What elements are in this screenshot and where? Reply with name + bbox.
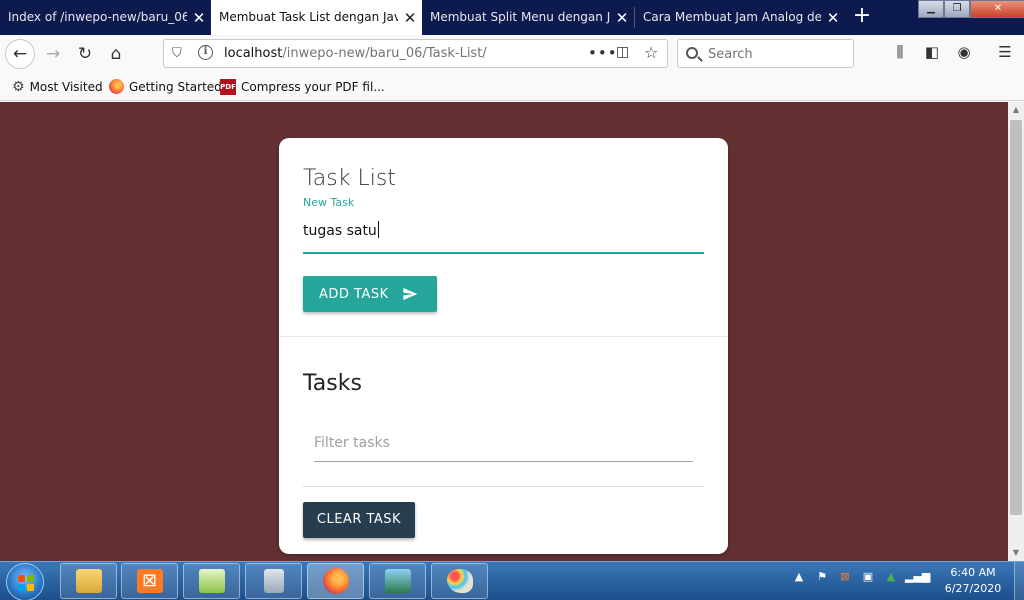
- sync-icon[interactable]: ▲: [882, 568, 900, 586]
- notepad-icon: [198, 569, 225, 593]
- start-button[interactable]: [6, 563, 44, 600]
- page-scrollbar[interactable]: ▲ ▼: [1008, 102, 1024, 561]
- windows-logo-icon: [18, 575, 34, 591]
- shield-icon[interactable]: ⛉: [172, 46, 182, 61]
- menu-icon[interactable]: ☰: [994, 43, 1016, 61]
- search-bar[interactable]: Search: [677, 39, 854, 68]
- close-icon[interactable]: ✕: [187, 9, 211, 27]
- window-close-button[interactable]: ✕: [970, 0, 1024, 18]
- scroll-down-arrow[interactable]: ▼: [1008, 545, 1024, 561]
- url-bar[interactable]: ⛉ i localhost/inwepo-new/baru_06/Task-Li…: [163, 39, 668, 68]
- new-task-value: tugas satu: [303, 223, 377, 239]
- paint-icon: [446, 569, 473, 593]
- back-button[interactable]: ←: [5, 39, 35, 69]
- bookmark-most-visited[interactable]: ⚙ Most Visited: [12, 79, 103, 95]
- bookmark-label: Compress your PDF fil...: [241, 80, 385, 94]
- filter-tasks-input[interactable]: Filter tasks: [314, 430, 693, 462]
- window-controls: ▁ ❐ ✕: [918, 0, 1024, 18]
- tab-title: Membuat Task List dengan JavaScript: [219, 10, 398, 24]
- show-hidden-icons[interactable]: ▲: [790, 568, 808, 586]
- task-card: Task List New Task tugas satu ADD TASK T…: [279, 138, 728, 554]
- firefox-icon: [322, 568, 349, 594]
- new-tab-button[interactable]: +: [848, 0, 876, 35]
- text-caret: [377, 221, 379, 238]
- action-center-flag-icon[interactable]: ⚑: [813, 568, 831, 586]
- taskbar-xampp[interactable]: ⊠: [121, 563, 178, 599]
- photo-icon: [384, 569, 411, 593]
- scroll-thumb[interactable]: [1010, 120, 1022, 515]
- add-task-label: ADD TASK: [319, 286, 389, 302]
- windows-taskbar: ⊠ ▲ ⚑ ⊠ ▣ ▲ ▂▄▆ 6:40 AM 6/27/2020: [0, 561, 1024, 600]
- bookmark-getting-started[interactable]: Getting Started: [109, 79, 222, 94]
- xampp-tray-icon[interactable]: ⊠: [836, 568, 854, 586]
- add-task-button[interactable]: ADD TASK: [303, 276, 437, 312]
- sidebar-icon[interactable]: ◧: [921, 43, 943, 61]
- tasks-heading: Tasks: [303, 371, 362, 396]
- maximize-button[interactable]: ❐: [944, 0, 970, 18]
- bookmark-label: Most Visited: [29, 80, 103, 94]
- pocket-icon[interactable]: ◫: [616, 44, 629, 60]
- send-icon: [402, 288, 417, 300]
- url-text[interactable]: localhost/inwepo-new/baru_06/Task-List/: [224, 46, 487, 61]
- clock-time: 6:40 AM: [950, 566, 996, 579]
- clock-date: 6/27/2020: [944, 582, 1002, 595]
- folder-icon: [75, 569, 102, 593]
- tab-title: Index of /inwepo-new/baru_06: [8, 10, 187, 24]
- page-title: Task List: [303, 166, 396, 191]
- show-desktop-button[interactable]: [1014, 562, 1024, 600]
- url-path: /inwepo-new/baru_06/Task-List/: [282, 46, 487, 61]
- pdf-icon: PDF: [220, 79, 236, 95]
- firefox-icon: [109, 79, 124, 94]
- tab-bar: Index of /inwepo-new/baru_06 ✕ Membuat T…: [0, 0, 1024, 35]
- page-content: Task List New Task tugas satu ADD TASK T…: [0, 102, 1008, 561]
- search-placeholder: Search: [708, 47, 753, 62]
- library-icon[interactable]: ⫼: [889, 43, 911, 61]
- scroll-up-arrow[interactable]: ▲: [1008, 102, 1024, 118]
- taskbar-calculator[interactable]: [245, 563, 302, 599]
- taskbar-firefox[interactable]: [307, 563, 364, 599]
- tab-split-menu[interactable]: Membuat Split Menu dengan JavaScript ✕: [422, 0, 634, 35]
- taskbar-photo-viewer[interactable]: [369, 563, 426, 599]
- url-host: localhost: [224, 46, 283, 61]
- section-divider: [279, 336, 728, 337]
- device-icon[interactable]: ▣: [859, 568, 877, 586]
- account-icon[interactable]: ◉: [953, 43, 975, 61]
- forward-button[interactable]: →: [38, 39, 68, 69]
- close-icon[interactable]: ✕: [821, 9, 845, 27]
- minimize-button[interactable]: ▁: [918, 0, 944, 18]
- info-icon[interactable]: i: [198, 45, 213, 60]
- bookmark-star-icon[interactable]: ☆: [644, 43, 658, 62]
- search-icon: [686, 47, 698, 59]
- page-actions-icon[interactable]: •••: [588, 44, 618, 62]
- system-tray: ▲ ⚑ ⊠ ▣ ▲ ▂▄▆: [790, 568, 931, 586]
- taskbar-clock[interactable]: 6:40 AM 6/27/2020: [940, 565, 1006, 597]
- tab-title: Membuat Split Menu dengan JavaScript: [430, 10, 610, 24]
- home-button[interactable]: ⌂: [101, 39, 131, 69]
- taskbar-file-explorer[interactable]: [60, 563, 117, 599]
- bookmarks-toolbar: ⚙ Most Visited Getting Started PDF Compr…: [0, 73, 1024, 101]
- filter-placeholder: Filter tasks: [314, 435, 390, 451]
- new-task-input[interactable]: tugas satu: [303, 214, 704, 254]
- reload-button[interactable]: ↻: [70, 39, 100, 69]
- xampp-icon: ⊠: [136, 569, 163, 593]
- bookmark-label: Getting Started: [129, 79, 222, 94]
- tab-title: Cara Membuat Jam Analog dengan: [643, 10, 821, 24]
- signal-icon[interactable]: ▂▄▆: [905, 568, 930, 586]
- nav-bar: ← → ↻ ⌂ ⛉ i localhost/inwepo-new/baru_06…: [0, 35, 1024, 73]
- taskbar-paint[interactable]: [431, 563, 488, 599]
- clear-task-button[interactable]: CLEAR TASK: [303, 502, 415, 538]
- taskbar-notepad-plus-plus[interactable]: [183, 563, 240, 599]
- tab-task-list[interactable]: Membuat Task List dengan JavaScript ✕: [211, 0, 422, 35]
- new-task-label: New Task: [303, 196, 355, 209]
- tab-jam-analog[interactable]: Cara Membuat Jam Analog dengan ✕: [635, 0, 845, 35]
- gear-icon: ⚙: [12, 79, 25, 95]
- task-list-divider: [303, 486, 704, 487]
- tab-index[interactable]: Index of /inwepo-new/baru_06 ✕: [0, 0, 211, 35]
- bookmark-compress-pdf[interactable]: PDF Compress your PDF fil...: [220, 79, 385, 95]
- calculator-icon: [263, 569, 284, 593]
- close-icon[interactable]: ✕: [398, 9, 422, 27]
- close-icon[interactable]: ✕: [610, 9, 634, 27]
